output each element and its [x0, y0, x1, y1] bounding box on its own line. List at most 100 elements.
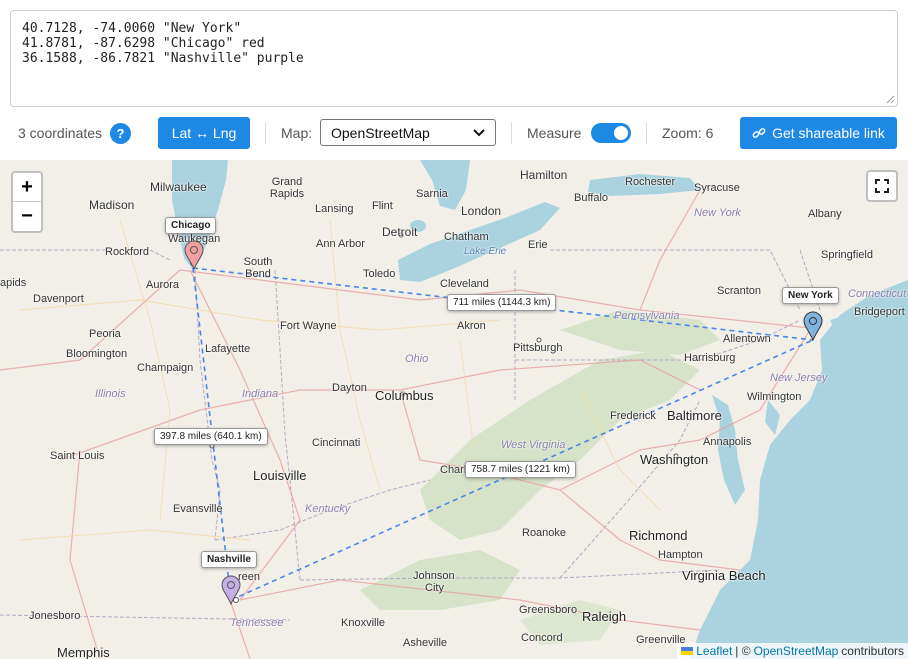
place-label: Harrisburg [684, 352, 736, 364]
coordinates-textarea[interactable]: 40.7128, -74.0060 "New York" 41.8781, -8… [11, 11, 897, 106]
delaware-bay [765, 400, 780, 435]
map-marker-icon[interactable] [803, 311, 823, 341]
osm-link[interactable]: OpenStreetMap [754, 644, 839, 658]
place-label: Rochester [625, 176, 676, 188]
map-select-value: OpenStreetMap [331, 124, 430, 141]
share-link-button[interactable]: Get shareable link [740, 117, 897, 149]
distance-label: 711 miles (1144.3 km) [447, 294, 557, 311]
map-view[interactable]: Milwaukee Madison Grand Rapids Lansing F… [0, 160, 908, 659]
state-label: Indiana [242, 388, 279, 400]
place-label: Frederick [610, 410, 656, 422]
chevron-down-icon [473, 128, 485, 136]
place-label: Erie [528, 239, 548, 251]
place-label: reen [238, 571, 261, 583]
fullscreen-icon [875, 179, 889, 193]
coordinate-count: 3 coordinates [18, 125, 103, 141]
place-label: Jonesboro [29, 610, 81, 622]
place-label: Allentown [723, 333, 771, 345]
place-label: Albany [808, 208, 842, 220]
place-label: Chatham [444, 231, 489, 243]
place-label: Detroit [382, 225, 418, 239]
place-label: Bloomington [66, 348, 128, 360]
place-label: Annapolis [703, 436, 752, 448]
state-label: West Virginia [501, 439, 566, 451]
place-label: Cleveland [440, 278, 489, 290]
help-icon[interactable]: ? [110, 123, 131, 144]
state-label: Pennsylvania [614, 310, 680, 322]
place-label: Baltimore [667, 408, 722, 423]
place-label: Cincinnati [312, 437, 361, 449]
place-label: Charl [440, 464, 467, 476]
place-label: Pittsburgh [513, 342, 563, 354]
marker-label-nashville: Nashville [201, 551, 257, 568]
resize-grip-icon[interactable] [886, 95, 895, 104]
place-label: Davenport [33, 293, 84, 305]
leaflet-link[interactable]: Leaflet [696, 644, 732, 658]
place-label: Springfield [821, 249, 873, 261]
map-label: Map: [281, 125, 313, 141]
map-marker-icon[interactable] [184, 240, 204, 270]
distance-label: 758.7 miles (1221 km) [465, 461, 576, 478]
place-label: City [425, 582, 444, 594]
swap-lat-lng-button[interactable]: Lat ↔ Lng [158, 117, 250, 149]
place-label: Flint [372, 200, 393, 212]
place-label: Madison [89, 198, 135, 212]
state-label: Illinois [95, 388, 126, 400]
place-label: Sarnia [416, 188, 448, 200]
place-label: Toledo [363, 268, 396, 280]
place-label: Bridgeport [854, 306, 905, 318]
toggle-knob [614, 126, 628, 140]
zoom-in-button[interactable]: + [13, 173, 41, 202]
state-label: Kentucky [305, 503, 351, 515]
distance-label: 397.8 miles (640.1 km) [154, 428, 268, 445]
measure-toggle[interactable] [591, 123, 631, 143]
divider [511, 122, 512, 144]
place-label: Roanoke [522, 527, 567, 539]
place-label: Wilmington [747, 391, 802, 403]
place-label: Greensboro [519, 604, 578, 616]
place-label: Lafayette [205, 343, 251, 355]
divider [265, 122, 266, 144]
place-label: apids [0, 277, 27, 289]
zoom-control: + − [11, 171, 43, 233]
zoom-level: Zoom: 6 [662, 125, 714, 141]
place-label: Saint Louis [50, 450, 105, 462]
place-label: Raleigh [582, 609, 627, 624]
place-label: South Bend [243, 256, 273, 280]
state-label: New Jersey [770, 372, 828, 384]
place-label: Lansing [315, 203, 354, 215]
place-label: Akron [457, 320, 486, 332]
zoom-out-button[interactable]: − [13, 202, 41, 231]
attribution-separator: | © [735, 644, 751, 658]
fullscreen-button[interactable] [866, 170, 898, 202]
share-button-label: Get shareable link [772, 125, 885, 141]
map-marker-icon[interactable] [221, 575, 241, 605]
place-label: Knoxville [341, 617, 386, 629]
place-label: Grand Rapids [269, 176, 305, 200]
place-label: Memphis [57, 645, 110, 659]
water-label: Lake Erie [464, 246, 507, 257]
place-label: Fort Wayne [280, 320, 337, 332]
place-label: Scranton [717, 285, 762, 297]
place-label: Louisville [253, 468, 307, 483]
state-label: Ohio [405, 353, 429, 365]
place-label: Concord [521, 632, 563, 644]
state-label: New York [694, 207, 741, 219]
coordinates-input-wrapper: 40.7128, -74.0060 "New York" 41.8781, -8… [10, 10, 898, 107]
toolbar: 3 coordinates ? Lat ↔ Lng Map: OpenStree… [0, 117, 908, 149]
map-type-select[interactable]: OpenStreetMap [320, 119, 496, 146]
place-label: Rockford [105, 246, 150, 258]
place-label: Ann Arbor [316, 238, 365, 250]
divider [646, 122, 647, 144]
place-label: Champaign [137, 362, 194, 374]
place-label: Aurora [146, 279, 180, 291]
place-label: Washington [640, 452, 709, 467]
place-label: Dayton [332, 382, 367, 394]
place-label: Virginia Beach [682, 568, 766, 583]
link-icon [752, 128, 766, 138]
measure-label: Measure [527, 125, 582, 141]
attribution-contributors: contributors [841, 644, 904, 658]
place-label: Johnson [413, 570, 455, 582]
state-label: Tennessee [230, 617, 284, 629]
place-label: Richmond [629, 528, 688, 543]
